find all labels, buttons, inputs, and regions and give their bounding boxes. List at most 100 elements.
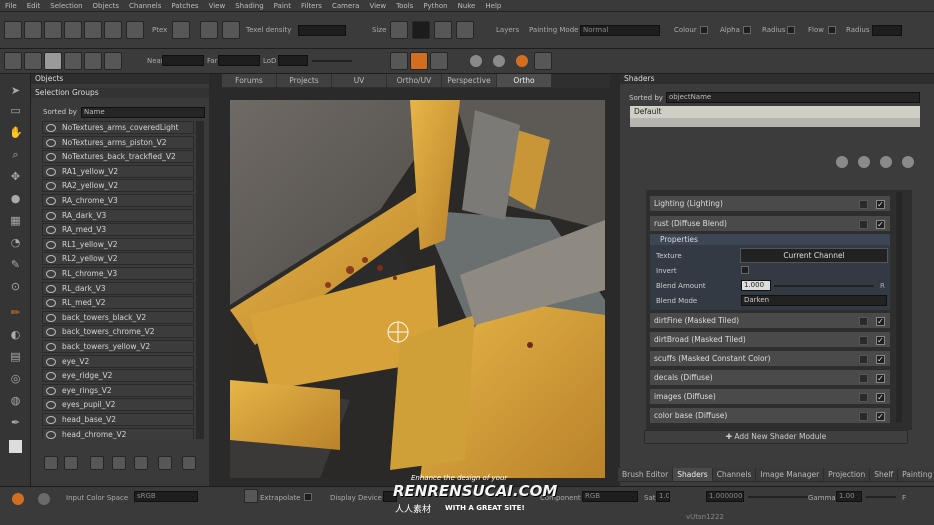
colour-checkbox[interactable]: [700, 26, 708, 34]
export-icon[interactable]: [84, 21, 102, 39]
eye-icon[interactable]: [46, 197, 56, 205]
bottom-tab[interactable]: Channels: [712, 468, 756, 481]
shader-new-icon[interactable]: [836, 156, 848, 168]
bucket-icon[interactable]: [434, 21, 452, 39]
eye-icon[interactable]: [46, 153, 56, 162]
eye-icon[interactable]: [46, 284, 56, 293]
clone-icon[interactable]: ⊙: [9, 280, 22, 293]
gain-slider[interactable]: [748, 496, 808, 498]
lod-field[interactable]: [278, 55, 308, 66]
selection-group-row[interactable]: back_towers_chrome_V2: [42, 325, 194, 339]
drop-icon[interactable]: ●: [9, 192, 22, 205]
eye-icon[interactable]: [46, 255, 56, 264]
selection-group-row[interactable]: RA_chrome_V3: [42, 194, 194, 207]
select-arrow-icon[interactable]: ➤: [9, 84, 22, 97]
menu-item[interactable]: Paint: [269, 2, 296, 10]
group-add-icon[interactable]: [44, 456, 58, 470]
eye-icon[interactable]: [46, 401, 56, 410]
viewport-tab[interactable]: Ortho: [497, 74, 551, 87]
saturation-field[interactable]: 1.0: [656, 491, 670, 502]
menu-item[interactable]: Tools: [391, 2, 418, 10]
foreground-color-swatch[interactable]: [9, 440, 22, 453]
sphere-active-icon[interactable]: [516, 55, 528, 67]
module-enabled-checkbox[interactable]: ✓: [876, 393, 885, 402]
menu-item[interactable]: Filters: [296, 2, 327, 10]
menu-item[interactable]: Nuke: [453, 2, 481, 10]
selection-group-row[interactable]: NoTextures_arms_coveredLight: [42, 121, 194, 134]
shader-module-row[interactable]: images (Diffuse) ✓: [650, 389, 890, 405]
blur-icon[interactable]: ◍: [9, 394, 22, 407]
texture-icon[interactable]: [222, 21, 240, 39]
cube-icon[interactable]: [64, 52, 82, 70]
pin-icon[interactable]: ✎: [9, 258, 22, 271]
menu-item[interactable]: Python: [418, 2, 452, 10]
eye-icon[interactable]: [46, 313, 56, 322]
component-select[interactable]: RGB: [582, 491, 638, 502]
eye-icon[interactable]: [46, 343, 56, 351]
module-option-toggle[interactable]: [859, 220, 868, 229]
module-option-toggle[interactable]: [859, 412, 868, 421]
shader-module-row[interactable]: decals (Diffuse) ✓: [650, 370, 890, 386]
selection-group-row[interactable]: RA2_yellow_V2: [42, 179, 194, 193]
checkerboard-icon[interactable]: [44, 52, 62, 70]
size-toggle[interactable]: [390, 21, 408, 39]
viewport-tab[interactable]: UV: [332, 74, 386, 87]
checker-icon[interactable]: [24, 52, 42, 70]
shader-module-row[interactable]: color base (Diffuse) ✓: [650, 408, 890, 424]
eye-icon[interactable]: [46, 167, 56, 176]
paint-buffer-icon[interactable]: [390, 52, 408, 70]
shader-module-row[interactable]: scuffs (Masked Constant Color) ✓: [650, 351, 890, 367]
3d-viewport[interactable]: [230, 100, 605, 478]
eraser-icon[interactable]: ◐: [9, 328, 22, 341]
module-option-toggle[interactable]: [859, 200, 868, 209]
sun-icon[interactable]: [12, 493, 24, 505]
eye-icon[interactable]: [46, 430, 56, 439]
module-enabled-checkbox[interactable]: ✓: [876, 200, 885, 209]
group-grid-icon[interactable]: [64, 456, 78, 470]
grid-icon[interactable]: [200, 21, 218, 39]
transform-icon[interactable]: ▦: [9, 214, 22, 227]
selection-group-row[interactable]: back_towers_black_V2: [42, 310, 194, 324]
eye-icon[interactable]: [46, 328, 56, 337]
selection-group-row[interactable]: head_chrome_V2: [42, 427, 194, 439]
selection-group-row[interactable]: RL2_yellow_V2: [42, 252, 194, 266]
objects-sort-select[interactable]: Name: [81, 107, 205, 118]
flow-checkbox[interactable]: [828, 26, 836, 34]
gain-field[interactable]: 1.000000: [706, 491, 744, 502]
blend-amount-field[interactable]: 1.000: [741, 280, 771, 291]
shader-merge-icon[interactable]: [880, 156, 892, 168]
bottom-tab[interactable]: Shelf: [870, 468, 898, 481]
pointer-icon[interactable]: [412, 21, 430, 39]
sphere-shaded-icon[interactable]: [493, 55, 505, 67]
selection-group-row[interactable]: RL_chrome_V3: [42, 267, 194, 280]
objects-scrollbar[interactable]: [196, 121, 204, 439]
selection-group-row[interactable]: NoTextures_arms_piston_V2: [42, 135, 194, 149]
bottom-tab[interactable]: Brush Editor: [618, 468, 673, 481]
module-enabled-checkbox[interactable]: ✓: [876, 412, 885, 421]
menu-item[interactable]: Selection: [45, 2, 87, 10]
add-shader-module-button[interactable]: ✚ Add New Shader Module: [644, 430, 908, 444]
far-field[interactable]: [218, 55, 260, 66]
menu-item[interactable]: Camera: [327, 2, 364, 10]
gamma-slider[interactable]: [866, 496, 896, 498]
menu-item[interactable]: Help: [480, 2, 506, 10]
module-enabled-checkbox[interactable]: ✓: [876, 220, 885, 229]
menu-item[interactable]: Channels: [124, 2, 166, 10]
bottom-tab[interactable]: Shaders: [673, 468, 712, 481]
projection-lock-icon[interactable]: [410, 52, 428, 70]
eye-icon[interactable]: [46, 372, 56, 381]
alpha-checkbox[interactable]: [743, 26, 751, 34]
save-icon[interactable]: [44, 21, 62, 39]
menu-item[interactable]: File: [0, 2, 22, 10]
bottom-tab[interactable]: Painting: [898, 468, 934, 481]
eye-icon[interactable]: [46, 226, 56, 235]
selection-group-row[interactable]: RL_dark_V3: [42, 281, 194, 295]
module-option-toggle[interactable]: [859, 355, 868, 364]
ptex-toggle[interactable]: [172, 21, 190, 39]
viewport-tab[interactable]: Forums: [222, 74, 276, 87]
gamma-field[interactable]: 1.00: [836, 491, 862, 502]
selection-group-row[interactable]: eye_V2: [42, 354, 194, 368]
menu-item[interactable]: Shading: [230, 2, 268, 10]
viewport-tab[interactable]: Projects: [277, 74, 331, 87]
move-icon[interactable]: ✥: [9, 170, 22, 183]
